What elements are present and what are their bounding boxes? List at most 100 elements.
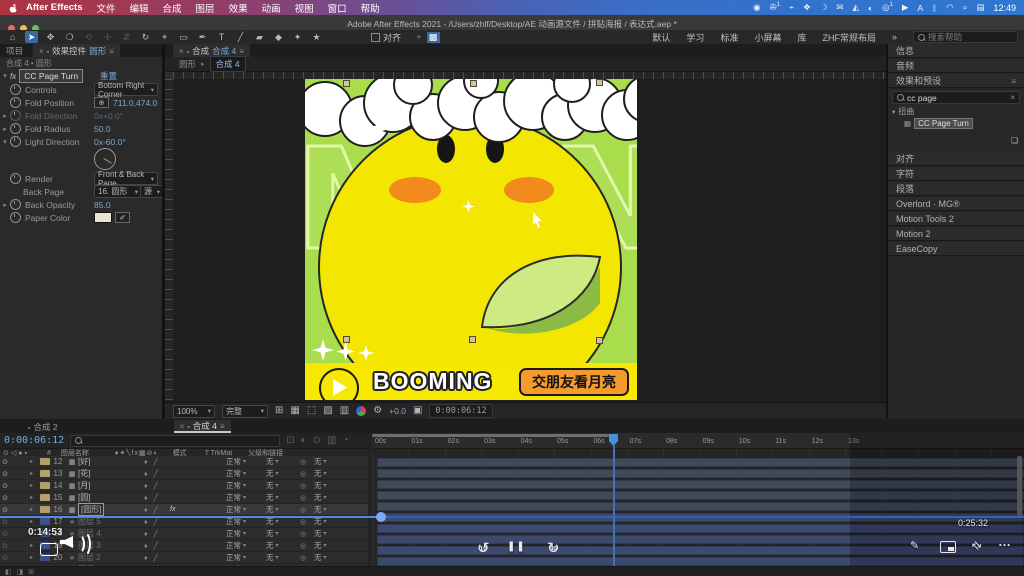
layer-row[interactable]: ⊙ ▸ 15 ▦ [圆] 正常 无 ◎ 无 [0, 492, 368, 504]
trkmat-dropdown[interactable]: 无 [266, 528, 279, 539]
trkmat-dropdown[interactable]: 无 [266, 480, 279, 491]
layer-name[interactable]: 图层 3 [78, 540, 101, 551]
tool-button[interactable]: ╱ [234, 31, 247, 43]
panel-header[interactable]: Motion Tools 2 [888, 212, 1024, 226]
layer-handle[interactable] [343, 336, 350, 343]
layer-expander-icon[interactable]: ▸ [30, 542, 40, 549]
workspace-tab[interactable]: 学习 [686, 31, 704, 44]
layer-row[interactable]: ⊙ ▸ 20 ★ 图层 2 正常 无 ◎ 无 [0, 552, 368, 564]
stopwatch-icon[interactable] [10, 84, 21, 95]
layer-name[interactable]: [好] [78, 456, 90, 467]
layer-expander-icon[interactable]: ▸ [30, 518, 40, 525]
workspace-tab[interactable]: 小屏幕 [754, 31, 781, 44]
blend-mode-dropdown[interactable]: 正常 [226, 468, 246, 479]
trkmat-dropdown[interactable]: 无 [266, 552, 279, 563]
layer-expander-icon[interactable]: ▸ [30, 530, 40, 537]
workspace-tab[interactable]: ZHF常规布局 [822, 31, 876, 44]
label-color-chip[interactable] [40, 530, 50, 537]
angle-dial[interactable] [94, 148, 116, 170]
workspace-more-chevron[interactable]: » [892, 32, 897, 42]
visibility-toggle[interactable]: ⊙ [0, 494, 10, 502]
tool-button[interactable]: ➤ [25, 31, 38, 43]
parent-dropdown[interactable]: 无 [314, 468, 327, 479]
snapshot-camera-icon[interactable]: ▣ [413, 406, 422, 416]
composition-canvas[interactable]: MOON [305, 79, 637, 400]
layer-handle[interactable] [596, 337, 603, 344]
controls-dropdown[interactable]: Bottom Right Corner [94, 83, 158, 96]
tool-button[interactable]: ★ [310, 31, 323, 43]
fold-direction-value[interactable]: 0x+0.0° [94, 111, 123, 121]
layer-name[interactable]: [月] [78, 480, 90, 491]
apple-icon[interactable] [8, 2, 19, 13]
workspace-tab[interactable]: 库 [797, 31, 806, 44]
status-icon[interactable]: ◉ [753, 2, 760, 13]
layer-expander-icon[interactable]: ▸ [30, 458, 40, 465]
blend-mode-dropdown[interactable]: 正常 [226, 540, 246, 551]
menubar-menu-item[interactable]: 窗口 [328, 1, 347, 15]
layer-switches-icons[interactable] [144, 457, 160, 466]
close-icon[interactable] [179, 46, 184, 56]
blend-mode-dropdown[interactable]: 正常 [226, 552, 246, 563]
trkmat-dropdown[interactable]: 无 [266, 468, 279, 479]
workspace-tab[interactable]: 标准 [720, 31, 738, 44]
layer-handle[interactable] [596, 79, 603, 86]
effect-result-item[interactable]: CC Page Turn [914, 118, 973, 129]
param-expander-icon[interactable]: ▾ [0, 138, 10, 146]
panel-menu-icon[interactable] [239, 46, 244, 56]
tool-button[interactable]: ▰ [253, 31, 266, 43]
blend-mode-dropdown[interactable]: 正常 [226, 456, 246, 467]
effects-search-box[interactable]: cc page × [892, 91, 1020, 104]
position-target-icon[interactable]: ⊕ [94, 97, 109, 108]
resolution-dropdown[interactable]: 完整 [222, 405, 268, 418]
panel-header[interactable]: Motion 2 [888, 227, 1024, 241]
status-icon[interactable]: ▶ [902, 2, 909, 13]
layer-switches-icons[interactable] [144, 517, 160, 526]
status-icon[interactable]: ⌕ [963, 2, 968, 13]
paper-color-swatch[interactable] [94, 212, 112, 223]
effect-expander-icon[interactable]: ▾ [0, 72, 10, 80]
layer-switches-icons[interactable] [144, 493, 160, 502]
menubar-menu-item[interactable]: 文件 [97, 1, 116, 15]
parent-dropdown[interactable]: 无 [314, 492, 327, 503]
layer-switches-icons[interactable] [144, 553, 160, 562]
page-curl-shape[interactable] [478, 245, 606, 340]
visibility-toggle[interactable]: ⊙ [0, 506, 10, 514]
fx-badge-icon[interactable]: fx [10, 72, 16, 81]
stopwatch-icon[interactable] [10, 199, 21, 210]
tool-button[interactable]: ◆ [272, 31, 285, 43]
layer-switches-icons[interactable] [144, 541, 160, 550]
panel-menu-icon[interactable] [1011, 76, 1016, 86]
parent-dropdown[interactable]: 无 [314, 552, 327, 563]
layer-expander-icon[interactable]: ▸ [30, 470, 40, 477]
snap-toggle[interactable]: 对齐 [371, 31, 401, 44]
blend-mode-dropdown[interactable]: 正常 [226, 528, 246, 539]
layer-name[interactable]: 图层 5 [78, 516, 101, 527]
viewer-ruler-left[interactable] [165, 79, 173, 401]
panel-header[interactable]: 音频 [888, 59, 1024, 73]
fold-position-value[interactable]: 711.0,474.0 [113, 98, 157, 108]
panel-header[interactable]: 字符 [888, 167, 1024, 181]
transparency-grid-icon[interactable]: ▨ [323, 406, 332, 416]
status-icon[interactable]: ❖ [803, 2, 811, 13]
frame-blend-icon[interactable]: ▥ [327, 436, 336, 446]
ruler-origin-box[interactable] [165, 72, 173, 79]
menubar-menu-item[interactable]: 视图 [295, 1, 314, 15]
tool-button[interactable]: ✛ [101, 31, 114, 43]
viewer-timecode[interactable]: 0:00:06:12 [429, 404, 492, 418]
stopwatch-icon[interactable] [10, 110, 21, 121]
label-color-chip[interactable] [40, 542, 50, 549]
menubar-menu-item[interactable]: 效果 [229, 1, 248, 15]
clear-search-icon[interactable]: × [1010, 93, 1015, 102]
layer-name[interactable]: [圆] [78, 492, 90, 503]
stopwatch-icon[interactable] [10, 136, 21, 147]
expand-inout-icon[interactable]: ⊞ [28, 568, 34, 576]
mask-path-icon[interactable]: ▦ [290, 406, 299, 416]
status-icon[interactable]: ✇1 [770, 2, 780, 13]
panel-header[interactable]: 对齐 [888, 152, 1024, 166]
mask-visibility-icon[interactable]: ▩ [427, 32, 440, 43]
draft-3d-icon[interactable]: ◐ [301, 436, 307, 446]
parent-dropdown[interactable]: 无 [314, 516, 327, 527]
trkmat-dropdown[interactable]: 无 [266, 504, 279, 515]
layer-handle[interactable] [343, 80, 350, 87]
status-icon[interactable]: ▤ [976, 2, 984, 13]
